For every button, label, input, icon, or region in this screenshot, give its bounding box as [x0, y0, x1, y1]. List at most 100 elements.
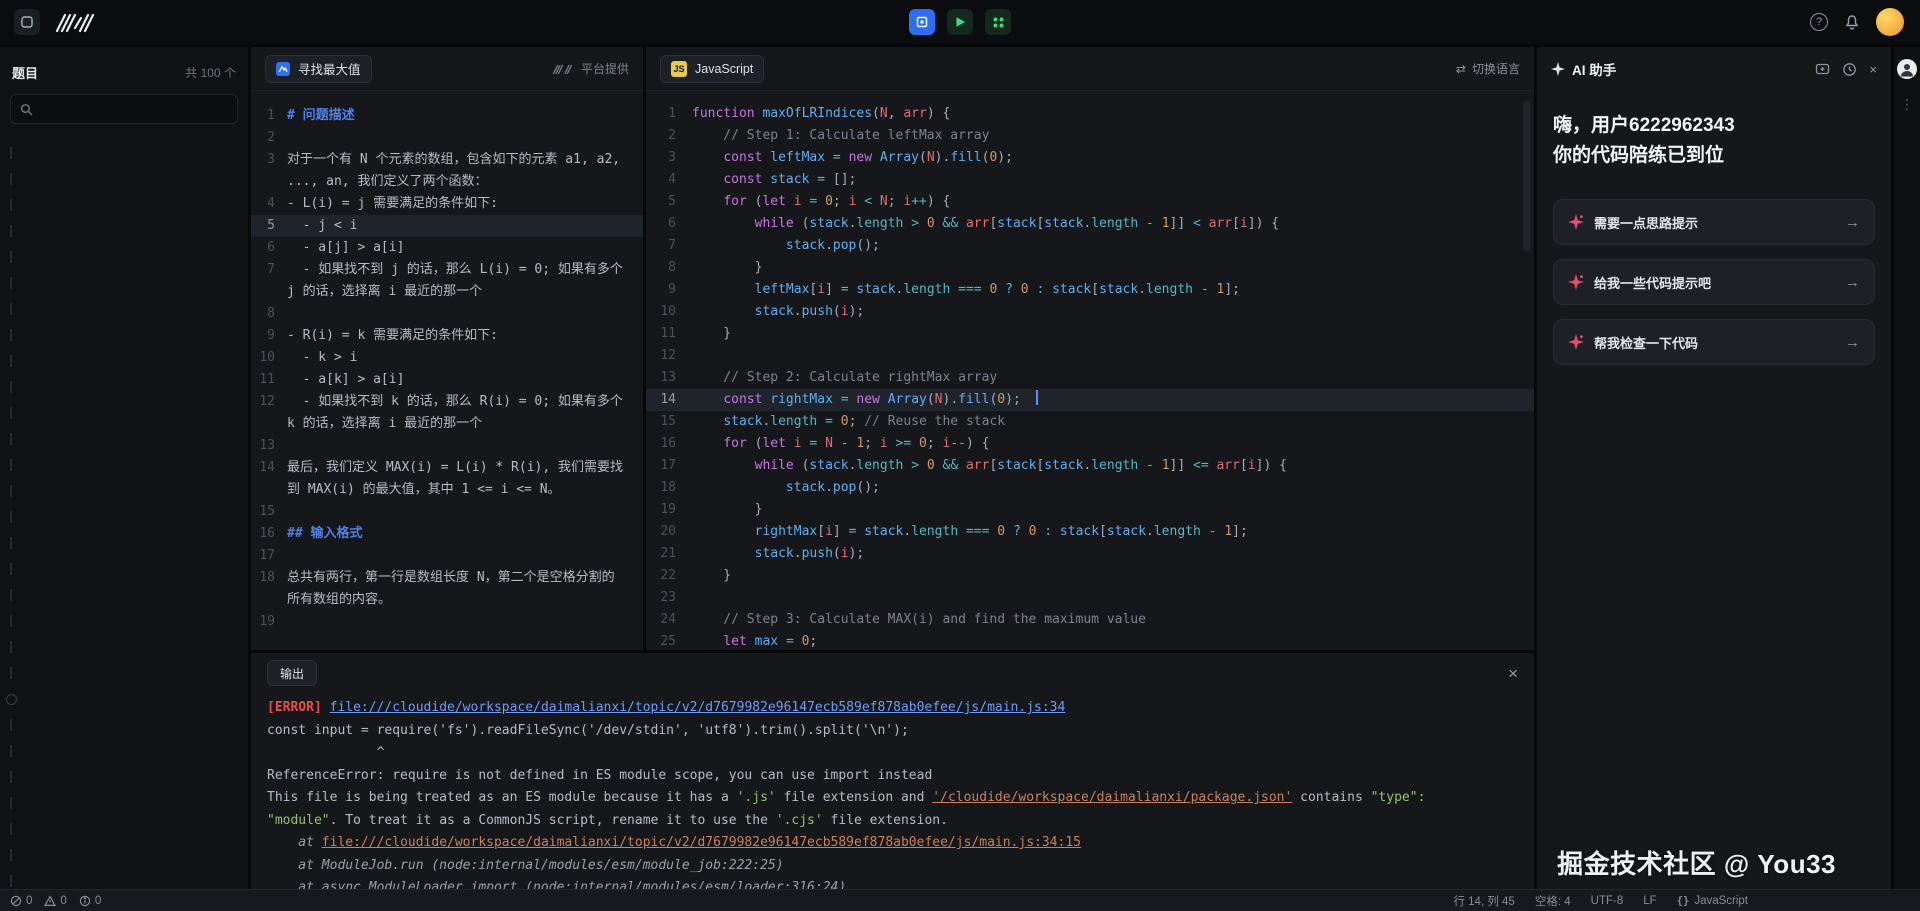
switch-language-button[interactable]: ⇄ 切换语言	[1456, 60, 1520, 77]
list-item-placeholder[interactable]	[0, 842, 248, 868]
list-item-placeholder[interactable]	[0, 686, 248, 712]
search-box[interactable]	[10, 94, 238, 124]
code-line[interactable]: 3 const leftMax = new Array(N).fill(0);	[646, 147, 1534, 169]
code-line[interactable]: 5 for (let i = 0; i < N; i++) {	[646, 191, 1534, 213]
language-button[interactable]: JS JavaScript	[660, 55, 764, 83]
code-line[interactable]: 14 const rightMax = new Array(N).fill(0)…	[646, 389, 1534, 411]
problem-lines[interactable]: 1# 问题描述23对于一个有 N 个元素的数组，包含如下的元素 a1, a2, …	[251, 91, 643, 633]
code-line[interactable]: 20 rightMax[i] = stack.length === 0 ? 0 …	[646, 521, 1534, 543]
run-button[interactable]	[947, 9, 973, 35]
list-item-placeholder[interactable]	[0, 166, 248, 192]
code-line[interactable]: 13 // Step 2: Calculate rightMax array	[646, 367, 1534, 389]
code-line[interactable]: 11 }	[646, 323, 1534, 345]
output-close-icon[interactable]: ×	[1508, 665, 1518, 682]
problem-line[interactable]: 19	[251, 611, 643, 633]
code-line[interactable]: 24 // Step 3: Calculate MAX(i) and find …	[646, 609, 1534, 631]
list-item-placeholder[interactable]	[0, 400, 248, 426]
code-line[interactable]: 2 // Step 1: Calculate leftMax array	[646, 125, 1534, 147]
problem-line[interactable]: 18总共有两行，第一行是数组长度 N，第二个是空格分割的所有数组的内容。	[251, 567, 643, 611]
list-item-placeholder[interactable]	[0, 712, 248, 738]
code-line[interactable]: 23	[646, 587, 1534, 609]
editor-lines[interactable]: 1function maxOfLRIndices(N, arr) {2 // S…	[646, 91, 1534, 650]
file-link[interactable]: '/cloudide/workspace/daimalianxi/package…	[932, 790, 1292, 805]
problem-line[interactable]: 1# 问题描述	[251, 105, 643, 127]
list-item-placeholder[interactable]	[0, 452, 248, 478]
problem-line[interactable]: 12 - 如果找不到 k 的话，那么 R(i) = 0; 如果有多个 k 的话，…	[251, 391, 643, 435]
problem-line[interactable]: 14最后，我们定义 MAX(i) = L(i) * R(i), 我们需要找到 M…	[251, 457, 643, 501]
file-link[interactable]: file:///cloudide/workspace/daimalianxi/t…	[330, 700, 1066, 715]
ai-suggestion-card[interactable]: 需要一点思路提示→	[1553, 199, 1875, 245]
code-line[interactable]: 9 leftMax[i] = stack.length === 0 ? 0 : …	[646, 279, 1534, 301]
list-item-placeholder[interactable]	[0, 790, 248, 816]
code-line[interactable]: 7 stack.pop();	[646, 235, 1534, 257]
bell-icon[interactable]	[1844, 14, 1860, 30]
ai-suggestion-card[interactable]: 帮我检查一下代码→	[1553, 319, 1875, 365]
list-item-placeholder[interactable]	[0, 374, 248, 400]
problem-line[interactable]: 9- R(i) = k 需要满足的条件如下:	[251, 325, 643, 347]
warnings-indicator[interactable]: 0	[44, 895, 66, 907]
list-item-placeholder[interactable]	[0, 660, 248, 686]
problem-line[interactable]: 13	[251, 435, 643, 457]
problem-line[interactable]: 10 - k > i	[251, 347, 643, 369]
list-item-placeholder[interactable]	[0, 764, 248, 790]
list-item-placeholder[interactable]	[0, 192, 248, 218]
ai-suggestion-card[interactable]: 给我一些代码提示吧→	[1553, 259, 1875, 305]
list-item-placeholder[interactable]	[0, 296, 248, 322]
code-line[interactable]: 19 }	[646, 499, 1534, 521]
list-item-placeholder[interactable]	[0, 816, 248, 842]
eol-setting[interactable]: LF	[1643, 895, 1656, 907]
list-item-placeholder[interactable]	[0, 738, 248, 764]
list-item-placeholder[interactable]	[0, 582, 248, 608]
language-mode[interactable]: {} JavaScript	[1677, 895, 1748, 907]
code-line[interactable]: 18 stack.pop();	[646, 477, 1534, 499]
new-chat-icon[interactable]	[1815, 62, 1830, 77]
editor-scrollbar[interactable]	[1523, 101, 1531, 251]
history-icon[interactable]	[1842, 62, 1857, 77]
info-indicator[interactable]: 0	[79, 895, 101, 907]
problem-line[interactable]: 17	[251, 545, 643, 567]
problem-line[interactable]: 16## 输入格式	[251, 523, 643, 545]
list-item-placeholder[interactable]	[0, 556, 248, 582]
more-options-icon[interactable]: ⋮	[1900, 97, 1914, 111]
search-input[interactable]	[39, 102, 228, 116]
assistant-avatar[interactable]	[1897, 59, 1917, 79]
test-button[interactable]	[985, 9, 1011, 35]
indentation-setting[interactable]: 空格: 4	[1535, 893, 1571, 909]
code-line[interactable]: 16 for (let i = N - 1; i >= 0; i--) {	[646, 433, 1534, 455]
code-line[interactable]: 22 }	[646, 565, 1534, 587]
problem-title-button[interactable]: 寻找最大值	[265, 55, 372, 83]
list-item-placeholder[interactable]	[0, 270, 248, 296]
list-item-placeholder[interactable]	[0, 530, 248, 556]
encoding-setting[interactable]: UTF-8	[1591, 895, 1624, 907]
list-item-placeholder[interactable]	[0, 322, 248, 348]
problem-line[interactable]: 4- L(i) = j 需要满足的条件如下:	[251, 193, 643, 215]
code-line[interactable]: 12	[646, 345, 1534, 367]
list-item-placeholder[interactable]	[0, 244, 248, 270]
code-line[interactable]: 6 while (stack.length > 0 && arr[stack[s…	[646, 213, 1534, 235]
list-item-placeholder[interactable]	[0, 348, 248, 374]
list-item-placeholder[interactable]	[0, 478, 248, 504]
code-line[interactable]: 21 stack.push(i);	[646, 543, 1534, 565]
user-avatar[interactable]	[1876, 8, 1904, 36]
list-item-placeholder[interactable]	[0, 218, 248, 244]
problem-line[interactable]: 2	[251, 127, 643, 149]
ai-close-icon[interactable]: ×	[1869, 62, 1877, 77]
list-item-placeholder[interactable]	[0, 634, 248, 660]
code-line[interactable]: 25 let max = 0;	[646, 631, 1534, 650]
problem-line[interactable]: 3对于一个有 N 个元素的数组，包含如下的元素 a1, a2, ..., an,…	[251, 149, 643, 193]
problem-line[interactable]: 15	[251, 501, 643, 523]
list-item-placeholder[interactable]	[0, 140, 248, 166]
code-line[interactable]: 10 stack.push(i);	[646, 301, 1534, 323]
debug-button[interactable]	[909, 9, 935, 35]
problem-line[interactable]: 7 - 如果找不到 j 的话，那么 L(i) = 0; 如果有多个 j 的话，选…	[251, 259, 643, 303]
code-line[interactable]: 15 stack.length = 0; // Reuse the stack	[646, 411, 1534, 433]
list-item-placeholder[interactable]	[0, 426, 248, 452]
code-line[interactable]: 4 const stack = [];	[646, 169, 1534, 191]
errors-indicator[interactable]: 0	[10, 895, 32, 907]
output-tab[interactable]: 输出	[267, 660, 317, 686]
file-link[interactable]: file:///cloudide/workspace/daimalianxi/t…	[322, 835, 1081, 850]
code-line[interactable]: 1function maxOfLRIndices(N, arr) {	[646, 103, 1534, 125]
code-line[interactable]: 17 while (stack.length > 0 && arr[stack[…	[646, 455, 1534, 477]
code-line[interactable]: 8 }	[646, 257, 1534, 279]
problem-line[interactable]: 5 - j < i	[251, 215, 643, 237]
